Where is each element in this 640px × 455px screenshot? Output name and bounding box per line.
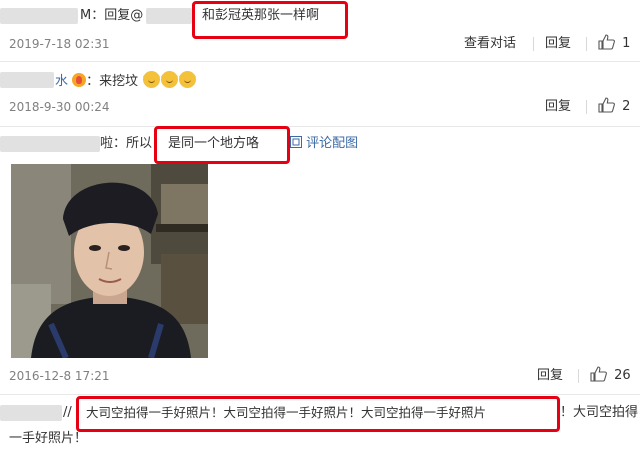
like-count: 26	[614, 368, 631, 383]
comment-date: 2018-9-30 00:24	[9, 100, 110, 114]
action-separator	[586, 100, 587, 114]
reply-button[interactable]: 回复	[545, 98, 571, 116]
like-button[interactable]: 2	[598, 97, 630, 116]
like-button[interactable]: 26	[590, 366, 631, 385]
red-highlight-box	[154, 126, 290, 164]
comment-photo[interactable]	[11, 164, 208, 358]
like-button[interactable]: 1	[598, 34, 630, 53]
action-separator	[586, 37, 587, 51]
red-highlight-box	[192, 1, 348, 39]
blurred-mention	[146, 8, 192, 24]
like-count: 1	[622, 36, 631, 51]
portrait-photo	[11, 164, 208, 358]
doge-emoji-icon	[161, 71, 179, 88]
comment-line2: 一手好照片！	[9, 431, 88, 446]
comment-prefix: 啦：所以	[100, 136, 153, 151]
username-suffix[interactable]: 水	[55, 74, 68, 89]
action-separator	[578, 369, 579, 383]
blurred-username	[0, 405, 62, 421]
comment-picture-link[interactable]: 评论配图	[290, 135, 358, 153]
flame-badge-icon	[72, 73, 87, 87]
comment-prefix: M：回复@	[80, 8, 144, 23]
comment-divider	[0, 126, 640, 127]
comment-prefix: //	[63, 405, 72, 420]
view-chat-button[interactable]: 查看对话	[464, 35, 516, 53]
like-count: 2	[622, 99, 631, 114]
comment-date: 2016-12-8 17:21	[9, 369, 110, 383]
comment-date: 2019-7-18 02:31	[9, 37, 110, 51]
comment-tail: ！大司空拍得	[560, 405, 639, 420]
reply-button[interactable]: 回复	[537, 367, 563, 385]
action-separator	[533, 37, 534, 51]
comment-text: M：回复@	[80, 7, 143, 25]
blurred-username	[0, 72, 54, 88]
blurred-username	[0, 136, 100, 152]
reply-button[interactable]: 回复	[545, 35, 571, 53]
comment-text: 水 ：来挖坟	[55, 71, 197, 91]
image-icon	[290, 136, 302, 148]
thumbs-up-icon	[590, 366, 607, 382]
doge-emoji-icon	[179, 71, 197, 88]
red-highlight-box	[76, 396, 560, 432]
comment-body: ：来挖坟	[86, 74, 139, 89]
blurred-username	[0, 8, 78, 24]
thumbs-up-icon	[598, 34, 615, 50]
doge-emoji-icon	[143, 71, 161, 88]
thumbs-up-icon	[598, 97, 615, 113]
comment-divider	[0, 61, 640, 62]
comment-divider	[0, 394, 640, 395]
